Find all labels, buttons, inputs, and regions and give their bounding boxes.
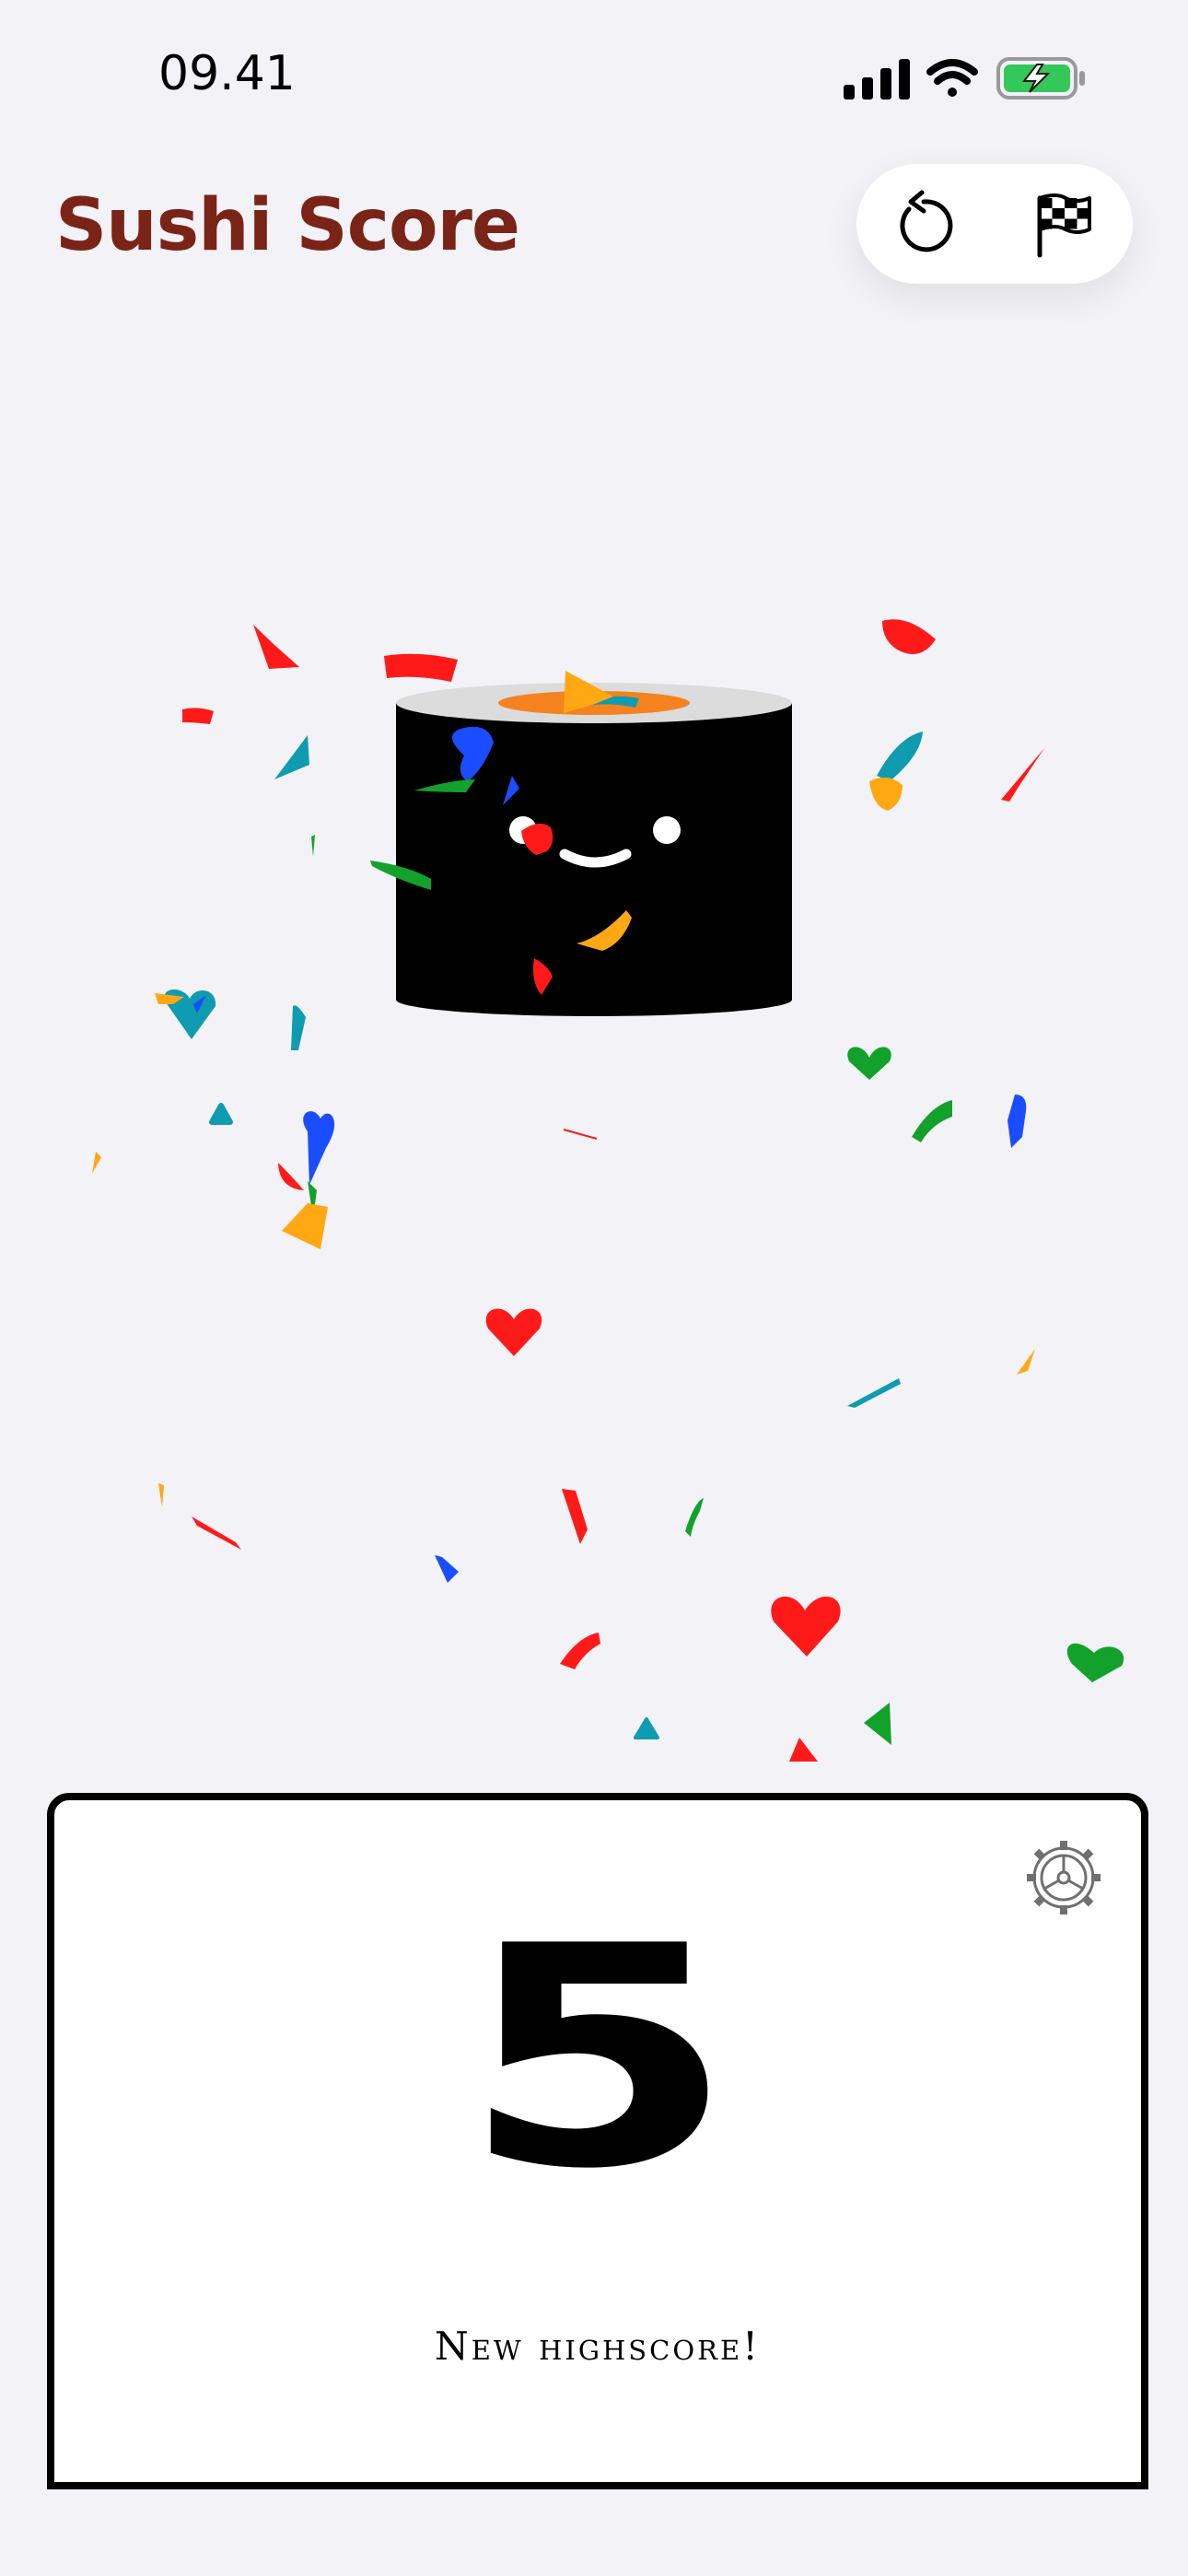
battery-charging-icon	[996, 57, 1085, 100]
sushi-character[interactable]	[394, 677, 794, 1027]
toolbar	[856, 164, 1133, 284]
score-value: 5	[460, 1881, 736, 2235]
highscore-message: New highscore!	[435, 2324, 761, 2369]
wifi-icon	[926, 59, 978, 97]
cellular-signal-icon	[844, 59, 910, 100]
checkered-flag-icon	[1037, 193, 1091, 258]
right-eye	[653, 816, 681, 844]
status-time: 09.41	[158, 46, 296, 101]
reset-button[interactable]	[889, 189, 959, 259]
finish-button[interactable]	[1029, 189, 1099, 259]
counterclockwise-arrow-icon	[900, 190, 953, 252]
left-eye	[509, 816, 537, 844]
status-icons	[840, 55, 1089, 103]
score-card: 5 New highscore!	[47, 1793, 1148, 2489]
app-title: Sushi Score	[55, 184, 520, 267]
